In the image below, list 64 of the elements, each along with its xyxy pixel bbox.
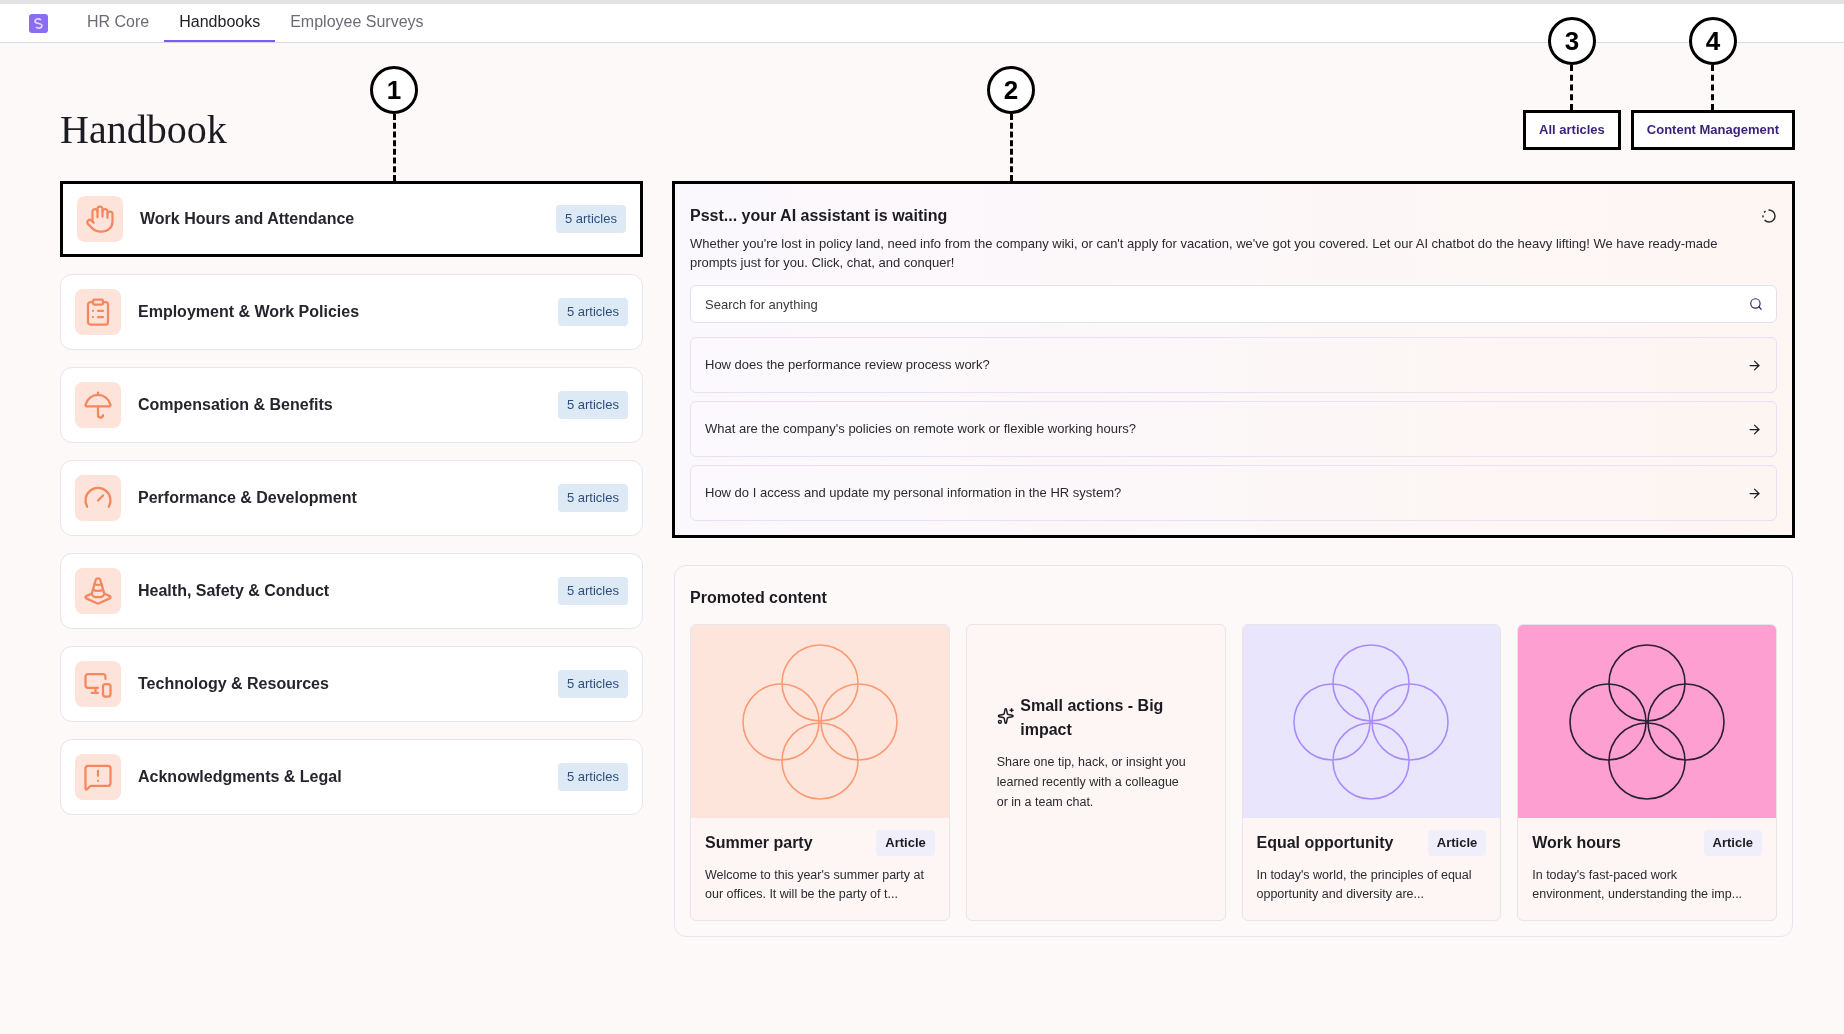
section-title: Promoted content bbox=[690, 588, 828, 608]
article-excerpt: In today's world, the principles of equal opportunity and diversity are... bbox=[1256, 866, 1473, 903]
article-title: Work hours bbox=[1532, 832, 1621, 853]
search-field[interactable]: Search for anything bbox=[690, 285, 1777, 323]
alert-message-icon bbox=[75, 754, 121, 800]
article-count: 5 articles bbox=[557, 484, 628, 512]
category-card[interactable]: Performance & Development 5 articles bbox=[60, 460, 643, 536]
arrow-right-icon bbox=[1747, 421, 1762, 437]
category-card[interactable]: Acknowledgments & Legal 5 articles bbox=[60, 739, 643, 815]
notepad-icon bbox=[75, 289, 121, 335]
article-count: 5 articles bbox=[557, 670, 628, 698]
devices-icon bbox=[75, 661, 121, 707]
suggested-prompt[interactable]: How does the performance review process work? bbox=[690, 337, 1777, 393]
callout-number: 1 bbox=[370, 66, 418, 114]
article-excerpt: In today's fast-paced work environment, understanding the imp... bbox=[1532, 866, 1744, 903]
hand-icon bbox=[77, 196, 123, 242]
article-card[interactable]: Work hours Article In today's fast-paced work environment, understanding the imp... bbox=[1517, 624, 1777, 921]
category-card[interactable]: Compensation & Benefits 5 articles bbox=[60, 367, 643, 443]
article-count: 5 articles bbox=[557, 577, 628, 605]
category-title: Technology & Resources bbox=[138, 674, 330, 694]
article-tag: Article bbox=[876, 830, 935, 856]
category-card[interactable]: Work Hours and Attendance 5 articles bbox=[60, 181, 643, 257]
category-title: Performance & Development bbox=[138, 488, 358, 508]
article-tag: Article bbox=[1427, 830, 1487, 856]
header-button[interactable]: All articles bbox=[1523, 110, 1621, 150]
suggested-prompt[interactable]: How do I access and update my personal information in the HR system? bbox=[690, 465, 1777, 521]
article-count: 5 articles bbox=[557, 391, 628, 419]
article-count: 5 articles bbox=[557, 763, 628, 791]
header-button[interactable]: Content Management bbox=[1630, 110, 1795, 150]
traffic-cone-icon bbox=[75, 568, 121, 614]
callout-number: 2 bbox=[987, 66, 1035, 114]
tip-text: Share one tip, hack, or insight you learned recently with a colleague or in a team chat. bbox=[996, 753, 1187, 811]
assistant-description: Whether you're lost in policy land, need info from the company wiki, or can't apply for vacation, we've got you covered. Let our AI chatbot do the heavy lifting! We have ready-made prompts just for you. Click, chat, and conquer! bbox=[690, 235, 1719, 272]
nav-tab[interactable]: Employee Surveys bbox=[275, 4, 439, 42]
article-card[interactable]: Equal opportunity Article In today's world, the principles of equal opportunity and diversity are... bbox=[1241, 624, 1502, 921]
assistant-title: Psst... your AI assistant is waiting bbox=[690, 206, 948, 226]
arrow-right-icon bbox=[1747, 485, 1762, 501]
article-excerpt: Welcome to this year's summer party at our offices. It will be the party of t... bbox=[705, 866, 925, 903]
category-title: Health, Safety & Conduct bbox=[138, 581, 331, 601]
article-count: 5 articles bbox=[557, 298, 628, 326]
loading-icon bbox=[1761, 208, 1777, 224]
category-card[interactable]: Technology & Resources 5 articles bbox=[60, 646, 643, 722]
article-title: Summer party bbox=[705, 832, 813, 853]
article-card[interactable]: Summer party Article Welcome to this year's summer party at our offices. It will be the party of t... bbox=[690, 624, 950, 921]
category-title: Employment & Work Policies bbox=[138, 302, 361, 322]
article-tag: Article bbox=[1703, 830, 1762, 856]
suggested-prompt[interactable]: What are the company's policies on remote work or flexible working hours? bbox=[690, 401, 1777, 457]
category-title: Work Hours and Attendance bbox=[140, 209, 356, 229]
article-title: Equal opportunity bbox=[1256, 832, 1394, 853]
nav-tab[interactable]: Handbooks bbox=[164, 4, 276, 42]
sparkles-icon bbox=[996, 705, 1015, 726]
tip-title: Small actions - Big impact bbox=[1020, 695, 1165, 740]
category-card[interactable]: Employment & Work Policies 5 articles bbox=[60, 274, 643, 350]
gauge-icon bbox=[75, 475, 121, 521]
search-icon bbox=[1749, 297, 1763, 311]
logo-icon bbox=[29, 13, 48, 33]
category-title: Compensation & Benefits bbox=[138, 395, 334, 415]
arrow-right-icon bbox=[1747, 357, 1762, 373]
umbrella-icon bbox=[75, 382, 121, 428]
page-title: Handbook bbox=[60, 110, 227, 150]
category-title: Acknowledgments & Legal bbox=[138, 767, 343, 787]
article-count: 5 articles bbox=[555, 205, 626, 233]
category-card[interactable]: Health, Safety & Conduct 5 articles bbox=[60, 553, 643, 629]
nav-tab[interactable]: HR Core bbox=[72, 4, 165, 42]
